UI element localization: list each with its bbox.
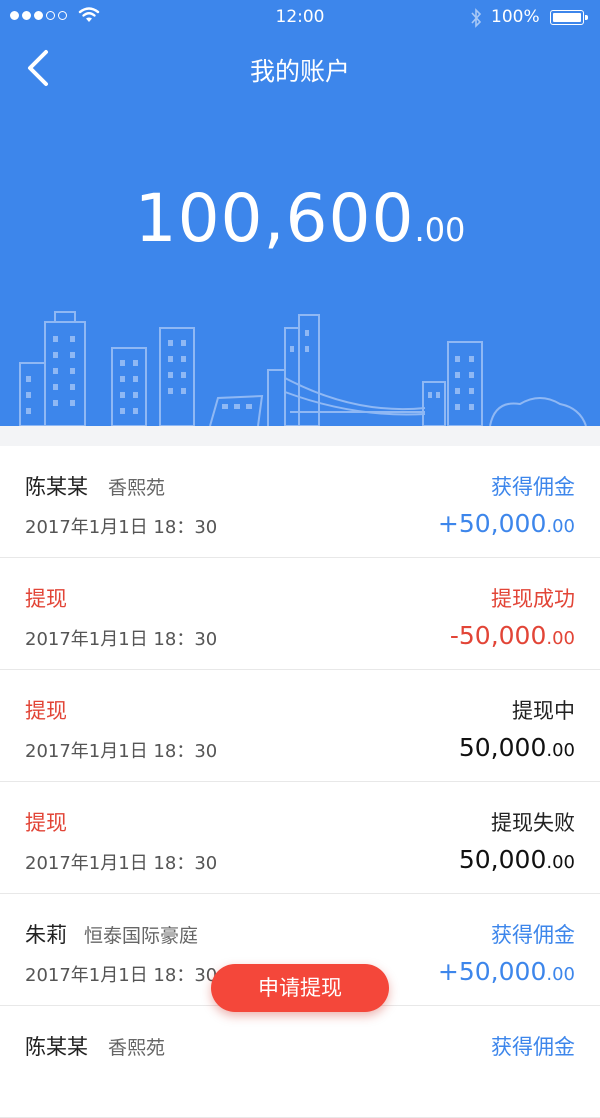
record-name: 陈某某 (25, 1035, 88, 1059)
record-community: 恒泰国际豪庭 (84, 925, 199, 947)
record-name: 提现 (25, 587, 67, 611)
transaction-list: 陈某某 香熙苑 2017年1月1日 18：30 获得佣金 +50,000.00 … (0, 446, 600, 1118)
balance-decimal: .00 (414, 211, 466, 249)
bluetooth-icon (471, 8, 482, 28)
amount-integer: 50,000 (458, 733, 547, 762)
record-amount: -50,000.00 (450, 621, 575, 650)
amount-decimal: .00 (546, 628, 575, 649)
record-amount: 50,000.00 (459, 733, 575, 762)
apply-withdraw-button[interactable]: 申请提现 (211, 964, 389, 1012)
city-skyline-illustration (19, 311, 587, 426)
record-date: 2017年1月1日 18：30 (25, 853, 218, 874)
amount-decimal: .00 (546, 964, 575, 985)
balance-integer: 100,600 (134, 180, 415, 257)
page-title: 我的账户 (249, 57, 350, 86)
amount-integer: +50,000 (437, 509, 547, 538)
record-status: 获得佣金 (491, 923, 575, 947)
record-status: 提现中 (512, 699, 575, 723)
record-name: 提现 (25, 811, 67, 835)
record-name: 朱莉 (25, 923, 67, 947)
battery-icon (550, 10, 588, 25)
record-date: 2017年1月1日 18：30 (25, 517, 218, 538)
battery-percent: 100% (491, 7, 540, 27)
amount-decimal: .00 (546, 516, 575, 537)
amount-integer: -50,000 (449, 621, 547, 650)
record-amount: 50,000.00 (459, 845, 575, 874)
amount-decimal: .00 (546, 740, 575, 761)
account-header: 12:00 100% 我的账户 100,600.00 (0, 0, 600, 426)
record-status: 提现成功 (491, 587, 575, 611)
status-bar: 12:00 100% (0, 0, 600, 36)
record-date: 2017年1月1日 18：30 (25, 965, 218, 986)
record-amount: +50,000.00 (438, 509, 575, 538)
record-name: 陈某某 (25, 475, 88, 499)
record-name: 提现 (25, 699, 67, 723)
amount-decimal: .00 (546, 852, 575, 873)
account-balance: 100,600.00 (0, 180, 600, 257)
list-item[interactable]: 提现 2017年1月1日 18：30 提现失败 50,000.00 (0, 782, 600, 894)
list-item[interactable]: 陈某某 香熙苑 获得佣金 (0, 1006, 600, 1118)
record-status: 获得佣金 (491, 475, 575, 499)
list-item[interactable]: 提现 2017年1月1日 18：30 提现中 50,000.00 (0, 670, 600, 782)
record-date: 2017年1月1日 18：30 (25, 629, 218, 650)
amount-integer: 50,000 (458, 845, 547, 874)
record-status: 获得佣金 (491, 1035, 575, 1059)
record-community: 香熙苑 (108, 477, 166, 499)
amount-integer: +50,000 (437, 957, 547, 986)
list-item[interactable]: 陈某某 香熙苑 2017年1月1日 18：30 获得佣金 +50,000.00 (0, 446, 600, 558)
list-item[interactable]: 提现 2017年1月1日 18：30 提现成功 -50,000.00 (0, 558, 600, 670)
record-community: 香熙苑 (108, 1037, 166, 1059)
record-date: 2017年1月1日 18：30 (25, 741, 218, 762)
record-status: 提现失败 (491, 811, 575, 835)
record-amount: +50,000.00 (438, 957, 575, 986)
